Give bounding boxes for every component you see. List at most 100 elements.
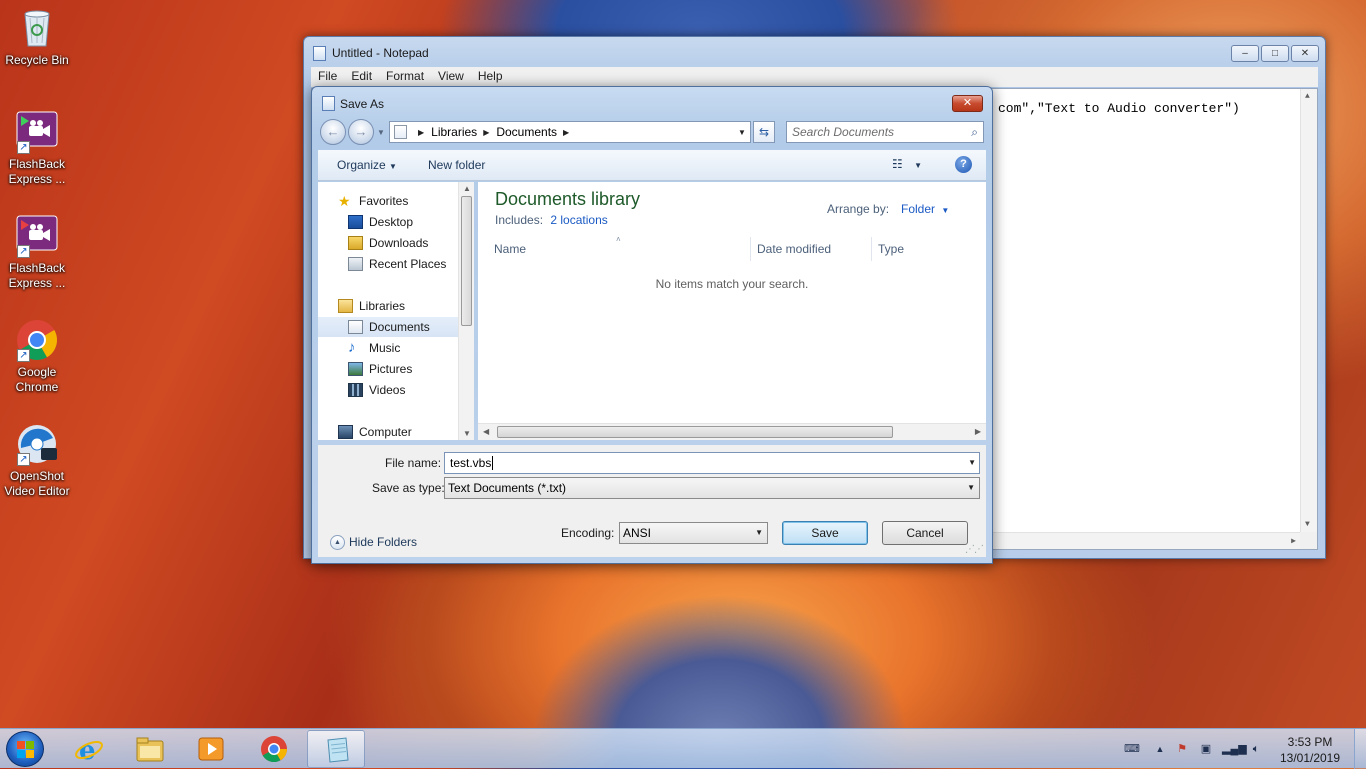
keyboard-icon[interactable]: ⌨ bbox=[1124, 741, 1140, 757]
action-center-icon[interactable]: ⚑ bbox=[1174, 741, 1190, 757]
desktop-icon-openshot[interactable]: ↗ OpenShot Video Editor bbox=[4, 422, 70, 499]
column-header-date-modified[interactable]: Date modified bbox=[750, 237, 871, 261]
library-includes: Includes: 2 locations bbox=[495, 213, 608, 227]
navigation-pane-scrollbar[interactable]: ▲ ▼ bbox=[458, 182, 474, 440]
show-hidden-icons-icon[interactable]: ▲ bbox=[1152, 741, 1168, 757]
taskbar: e ⌨ ▲ ⚑ ▣ ▂▄▆ 🔈︎ 3:53 PM 13/01/2019 bbox=[0, 728, 1366, 769]
device-icon[interactable]: ▣ bbox=[1198, 741, 1214, 757]
refresh-button[interactable]: ⇆ bbox=[753, 121, 775, 143]
chrome-icon bbox=[261, 736, 288, 763]
column-header-name[interactable]: Name ˄ bbox=[488, 235, 750, 261]
notepad-vertical-scrollbar[interactable]: ▲ ▼ bbox=[1300, 89, 1317, 532]
nav-item-recent-places[interactable]: Recent Places bbox=[318, 254, 458, 274]
file-name-dropdown-icon[interactable]: ▼ bbox=[968, 453, 976, 473]
flashback-express-icon: ↗ bbox=[15, 214, 59, 258]
desktop-icon-google-chrome[interactable]: ↗ Google Chrome bbox=[4, 318, 70, 395]
taskbar-clock[interactable]: 3:53 PM 13/01/2019 bbox=[1272, 734, 1348, 766]
nav-item-videos[interactable]: Videos bbox=[318, 380, 458, 400]
breadcrumb-separator-icon[interactable]: ▶ bbox=[483, 128, 489, 137]
show-desktop-button[interactable] bbox=[1354, 729, 1366, 769]
desktop-icon-label: Recycle Bin bbox=[5, 53, 69, 67]
scroll-left-icon[interactable]: ◀ bbox=[483, 427, 489, 436]
nav-item-downloads[interactable]: Downloads bbox=[318, 233, 458, 253]
nav-item-desktop[interactable]: Desktop bbox=[318, 212, 458, 232]
menu-help[interactable]: Help bbox=[471, 67, 510, 87]
close-button[interactable]: ✕ bbox=[1291, 45, 1319, 62]
scrollbar-thumb[interactable] bbox=[497, 426, 893, 438]
encoding-select[interactable]: ANSI ▼ bbox=[619, 522, 768, 544]
menu-format[interactable]: Format bbox=[379, 67, 431, 87]
resize-grip-icon[interactable]: ⋰⋰ bbox=[965, 544, 984, 555]
scroll-up-icon[interactable]: ▲ bbox=[463, 184, 471, 193]
forward-button[interactable]: → bbox=[348, 119, 374, 145]
nav-item-music[interactable]: ♪ Music bbox=[318, 338, 458, 358]
nav-item-favorites[interactable]: ★ Favorites bbox=[318, 191, 458, 211]
taskbar-notepad[interactable] bbox=[307, 730, 365, 768]
shortcut-arrow-icon: ↗ bbox=[17, 349, 30, 362]
taskbar-file-explorer[interactable] bbox=[121, 730, 179, 768]
chevron-down-icon: ▼ bbox=[941, 206, 950, 215]
desktop-icon-flashback-express-1[interactable]: ↗ FlashBack Express ... bbox=[4, 110, 70, 187]
address-dropdown-icon[interactable]: ▼ bbox=[734, 128, 750, 137]
downloads-folder-icon bbox=[348, 236, 363, 250]
organize-button[interactable]: Organize ▼ bbox=[337, 158, 397, 172]
scroll-down-icon[interactable]: ▼ bbox=[1305, 520, 1310, 529]
breadcrumb-separator-icon[interactable]: ▶ bbox=[418, 128, 424, 137]
taskbar-chrome[interactable] bbox=[245, 730, 303, 768]
recent-pages-dropdown-icon[interactable]: ▼ bbox=[377, 128, 385, 137]
recent-places-icon bbox=[348, 257, 363, 271]
start-button[interactable] bbox=[6, 731, 44, 767]
save-as-type-label: Save as type: bbox=[372, 481, 445, 495]
save-button[interactable]: Save bbox=[782, 521, 868, 545]
dialog-close-button[interactable]: ✕ bbox=[952, 95, 983, 112]
arrange-by-dropdown[interactable]: Folder ▼ bbox=[901, 202, 949, 216]
save-as-dialog: Save As ✕ ← → ▼ ▶ Libraries ▶ Documents … bbox=[311, 86, 993, 564]
hide-folders-button[interactable]: ▲ Hide Folders bbox=[330, 535, 417, 551]
save-as-type-select[interactable]: Text Documents (*.txt) ▼ bbox=[444, 477, 980, 499]
scroll-right-icon[interactable]: ▶ bbox=[975, 427, 981, 436]
nav-item-documents[interactable]: Documents bbox=[318, 317, 458, 337]
menu-file[interactable]: File bbox=[311, 67, 344, 87]
scroll-up-icon[interactable]: ▲ bbox=[1305, 92, 1310, 101]
videos-icon bbox=[348, 383, 363, 397]
search-icon[interactable]: ⌕ bbox=[971, 122, 978, 142]
view-options-button[interactable]: ☷ ▼ bbox=[892, 157, 922, 171]
menu-edit[interactable]: Edit bbox=[344, 67, 379, 87]
volume-icon[interactable]: 🔈︎ bbox=[1248, 741, 1264, 757]
chrome-icon: ↗ bbox=[15, 318, 59, 362]
save-form: File name: test.vbs ▼ Save as type: Text… bbox=[318, 445, 986, 557]
file-name-input[interactable]: test.vbs ▼ bbox=[444, 452, 980, 474]
navigation-pane: ★ Favorites Desktop Downloads Recent Pla… bbox=[318, 182, 462, 440]
nav-item-libraries[interactable]: Libraries bbox=[318, 296, 458, 316]
locations-link[interactable]: 2 locations bbox=[550, 213, 607, 227]
breadcrumb-libraries[interactable]: Libraries bbox=[431, 125, 477, 139]
shortcut-arrow-icon: ↗ bbox=[17, 453, 30, 466]
breadcrumb-separator-icon[interactable]: ▶ bbox=[563, 128, 569, 137]
breadcrumb-documents[interactable]: Documents bbox=[496, 125, 557, 139]
file-list-pane: Documents library Includes: 2 locations … bbox=[478, 182, 986, 440]
scrollbar-thumb[interactable] bbox=[461, 196, 472, 326]
maximize-button[interactable]: □ bbox=[1261, 45, 1289, 62]
back-button[interactable]: ← bbox=[320, 119, 346, 145]
dialog-toolbar: Organize ▼ New folder ☷ ▼ ? bbox=[318, 150, 986, 181]
new-folder-button[interactable]: New folder bbox=[428, 158, 485, 172]
minimize-button[interactable]: – bbox=[1231, 45, 1259, 62]
cancel-button[interactable]: Cancel bbox=[882, 521, 968, 545]
help-icon[interactable]: ? bbox=[955, 156, 972, 173]
music-note-icon: ♪ bbox=[348, 339, 356, 356]
notepad-menubar: File Edit Format View Help bbox=[311, 67, 1318, 87]
nav-item-computer[interactable]: Computer bbox=[318, 422, 458, 442]
file-list-horizontal-scrollbar[interactable]: ◀ ▶ bbox=[478, 423, 986, 440]
desktop-icon-recycle-bin[interactable]: Recycle Bin bbox=[4, 6, 70, 68]
taskbar-internet-explorer[interactable]: e bbox=[60, 730, 118, 768]
desktop-icon-flashback-express-2[interactable]: ↗ FlashBack Express ... bbox=[4, 214, 70, 291]
taskbar-media-player[interactable] bbox=[182, 730, 240, 768]
address-bar[interactable]: ▶ Libraries ▶ Documents ▶ ▼ bbox=[389, 121, 751, 143]
nav-item-pictures[interactable]: Pictures bbox=[318, 359, 458, 379]
search-input[interactable]: Search Documents ⌕ bbox=[786, 121, 984, 143]
menu-view[interactable]: View bbox=[431, 67, 471, 87]
scroll-right-icon[interactable]: ▶ bbox=[1291, 536, 1296, 546]
scroll-down-icon[interactable]: ▼ bbox=[463, 429, 471, 438]
network-signal-icon[interactable]: ▂▄▆ bbox=[1222, 741, 1247, 757]
column-header-type[interactable]: Type bbox=[871, 237, 979, 261]
